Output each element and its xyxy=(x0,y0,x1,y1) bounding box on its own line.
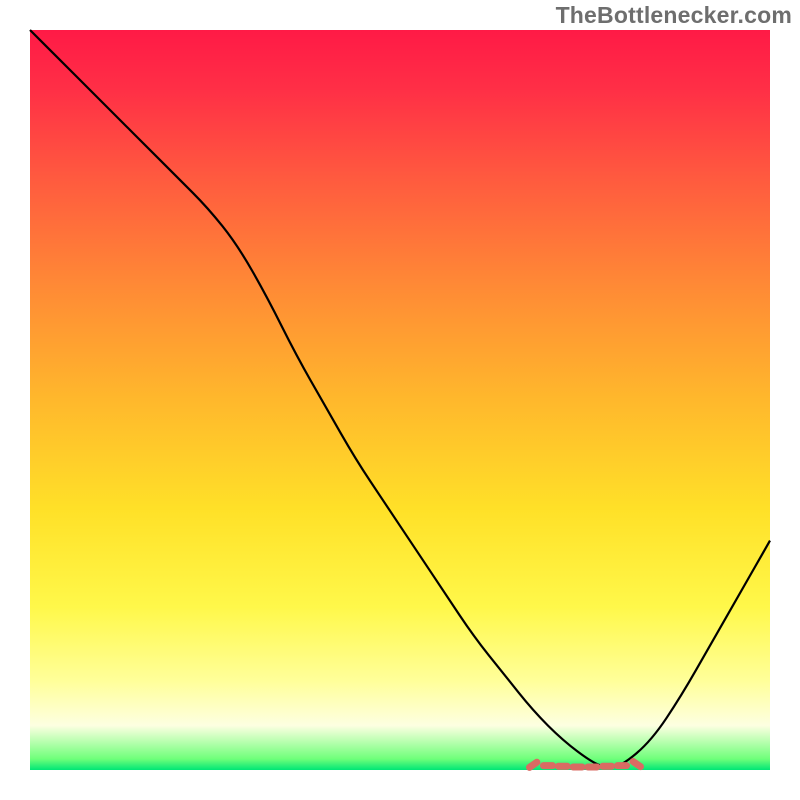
chart-stage: TheBottlenecker.com xyxy=(0,0,800,800)
optimal-marker xyxy=(614,762,630,769)
optimal-marker xyxy=(540,762,556,769)
optimal-marker xyxy=(584,764,600,771)
optimal-marker xyxy=(599,763,615,770)
watermark-text: TheBottlenecker.com xyxy=(556,2,792,29)
chart-svg xyxy=(0,0,800,800)
optimal-marker xyxy=(570,764,586,771)
optimal-marker xyxy=(555,763,571,770)
